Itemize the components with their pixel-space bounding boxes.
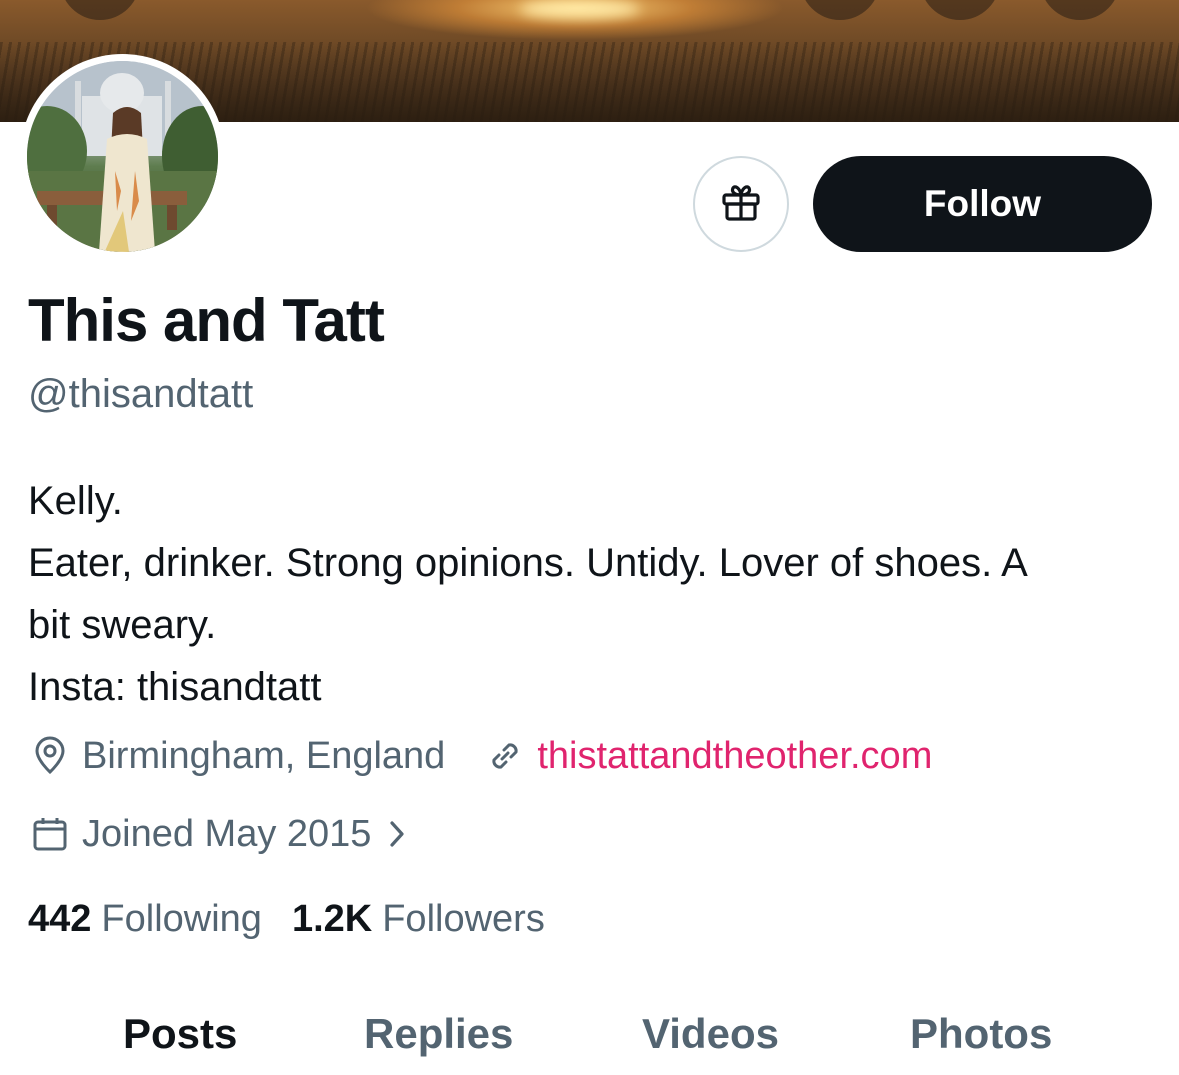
location-text: Birmingham, England: [82, 734, 446, 777]
followers-label: Followers: [382, 898, 545, 940]
bio-line: Insta: thisandtatt: [28, 665, 322, 709]
bio-line: Kelly.: [28, 479, 123, 523]
tab-posts[interactable]: Posts: [123, 1010, 237, 1058]
banner-overlay-circle: [1040, 0, 1120, 20]
followers-count: 1.2K: [291, 898, 373, 940]
location-pin-icon: [28, 734, 72, 778]
banner-overlay-circle: [920, 0, 1000, 20]
chevron-right-icon[interactable]: [387, 819, 407, 849]
followers-stat[interactable]: 1.2K Followers: [292, 898, 545, 941]
following-label: Following: [101, 898, 262, 940]
calendar-icon: [28, 812, 72, 856]
joined-date: Joined May 2015: [82, 812, 372, 855]
following-stat[interactable]: 442 Following: [28, 898, 262, 941]
gift-button[interactable]: [693, 156, 789, 252]
user-handle: @thisandtatt: [28, 372, 254, 416]
location: Birmingham, England: [28, 734, 445, 778]
tab-photos[interactable]: Photos: [910, 1010, 1052, 1058]
profile-meta-row: Birmingham, England thistattandtheother.…: [28, 734, 932, 778]
avatar-photo: [27, 61, 218, 252]
profile-tabs: Posts Replies Videos Photos: [0, 1000, 1179, 1075]
website-link[interactable]: thistattandtheother.com: [537, 735, 932, 778]
profile-bio: Kelly. Eater, drinker. Strong opinions. …: [28, 470, 1158, 718]
banner-back-button-shadow: [60, 0, 140, 20]
bio-line: Eater, drinker. Strong opinions. Untidy.…: [28, 541, 1028, 585]
joined-row[interactable]: Joined May 2015: [28, 812, 407, 856]
website[interactable]: thistattandtheother.com: [483, 734, 932, 778]
link-icon: [483, 734, 527, 778]
avatar[interactable]: [20, 54, 225, 259]
tab-videos[interactable]: Videos: [642, 1010, 779, 1058]
bio-line: bit sweary.: [28, 603, 217, 647]
display-name: This and Tatt: [28, 287, 385, 354]
tab-replies[interactable]: Replies: [364, 1010, 513, 1058]
follow-button[interactable]: Follow: [813, 156, 1152, 252]
banner-overlay-circle: [800, 0, 880, 20]
banner-sun-glow: [520, 0, 640, 18]
gift-icon: [719, 181, 763, 228]
follow-stats: 442 Following 1.2K Followers: [28, 898, 575, 941]
following-count: 442: [28, 898, 92, 940]
